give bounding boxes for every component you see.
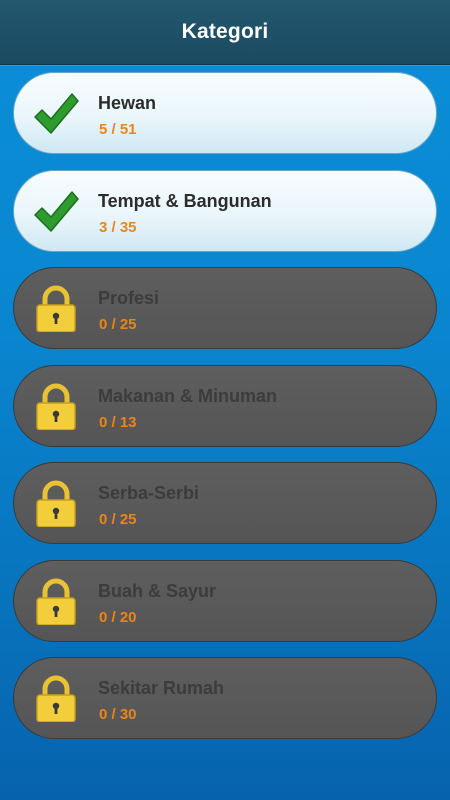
padlock-icon xyxy=(36,578,76,625)
category-progress: 0 / 25 xyxy=(99,316,137,333)
category-progress: 0 / 30 xyxy=(99,706,137,723)
app-header: Kategori xyxy=(0,0,450,65)
category-name: Sekitar Rumah xyxy=(98,678,225,698)
category-progress: 0 / 13 xyxy=(99,413,137,431)
checkmark-icon xyxy=(34,93,79,134)
category-card-hewan[interactable]: Hewan 5 / 51 xyxy=(13,72,437,154)
category-progress: 3 / 35 xyxy=(99,218,137,236)
padlock-icon xyxy=(36,480,76,527)
category-progress: 5 / 51 xyxy=(99,121,137,138)
category-card-makanan-minuman[interactable]: Makanan & Minuman 0 / 13 xyxy=(13,364,437,447)
padlock-icon xyxy=(36,383,76,430)
category-card-buah-sayur[interactable]: Buah & Sayur 0 / 20 xyxy=(13,559,437,642)
category-card-sekitar-rumah[interactable]: Sekitar Rumah 0 / 30 xyxy=(13,657,437,739)
category-name: Buah & Sayur xyxy=(98,580,217,601)
padlock-icon xyxy=(36,285,76,332)
category-name: Hewan xyxy=(98,93,157,113)
category-name: Profesi xyxy=(98,288,160,308)
category-name: Makanan & Minuman xyxy=(98,385,278,406)
category-card-tempat-bangunan[interactable]: Tempat & Bangunan 3 / 35 xyxy=(13,169,437,252)
category-list: Hewan 5 / 51 Tempat & Bangunan 3 / 35 Pr… xyxy=(13,72,437,755)
category-card-profesi[interactable]: Profesi 0 / 25 xyxy=(13,267,437,349)
category-progress: 0 / 25 xyxy=(99,511,137,528)
padlock-icon xyxy=(36,675,76,722)
category-progress: 0 / 20 xyxy=(99,608,137,626)
category-name: Serba-Serbi xyxy=(98,483,200,503)
category-name: Tempat & Bangunan xyxy=(98,190,272,211)
page-title: Kategori xyxy=(181,20,269,43)
checkmark-icon xyxy=(34,190,79,232)
category-card-serba-serbi[interactable]: Serba-Serbi 0 / 25 xyxy=(13,462,437,544)
